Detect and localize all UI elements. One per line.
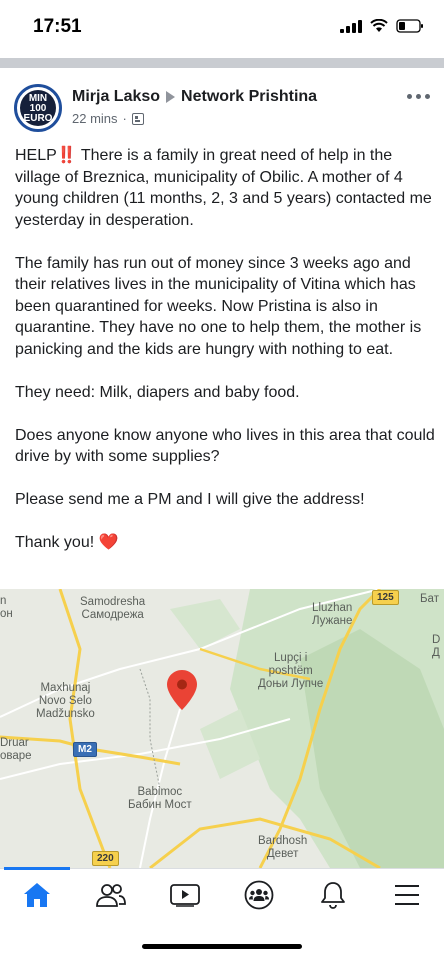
nav-home[interactable] — [12, 877, 62, 913]
post-paragraph: The family has run out of money since 3 … — [15, 254, 422, 358]
home-icon — [24, 883, 50, 907]
map-label: n он — [0, 595, 13, 620]
map-label: Samodresha Самодрежа — [80, 596, 146, 621]
nav-notifications[interactable] — [308, 877, 358, 913]
map-label: Bardhosh Девет — [258, 835, 308, 860]
post-timestamp[interactable]: 22 mins — [72, 111, 118, 126]
status-time: 17:51 — [33, 16, 82, 37]
map-label: Maxhunaj Novo Selo Madžunsko — [36, 682, 95, 720]
post-paragraph: HELP‼️ There is a family in great need o… — [15, 147, 432, 229]
road-shield: 125 — [372, 590, 399, 605]
avatar-logo-text: MIN 100 EURO — [23, 93, 53, 124]
groups-icon — [244, 880, 274, 910]
post-paragraph: They need: Milk, diapers and baby food. — [15, 383, 300, 401]
map-label: Lupçi i poshtëm Доњи Лупче — [258, 652, 324, 690]
nav-friends[interactable] — [86, 877, 136, 913]
map-label: DД — [432, 634, 441, 659]
heart-icon: ❤️ — [98, 534, 119, 551]
friends-icon — [96, 884, 126, 907]
notifications-icon — [321, 882, 345, 909]
post-meta: 22 mins · — [72, 111, 144, 126]
map-label: Druar оваре — [0, 737, 32, 762]
nav-watch[interactable] — [160, 877, 210, 913]
road-shield: 220 — [92, 851, 119, 866]
post-paragraph: Please send me a PM and I will give the … — [15, 491, 365, 508]
map-pin-icon[interactable] — [166, 669, 198, 711]
menu-icon — [395, 885, 419, 905]
group-name[interactable]: Network Prishtina — [181, 88, 317, 106]
road-shield: M2 — [73, 742, 97, 757]
meta-separator: · — [122, 111, 127, 126]
map-label: Babimoc Бабин Мост — [128, 786, 192, 811]
post-paragraph: Thank you! ❤️ — [15, 534, 119, 551]
post-text: HELP‼️ There is a family in great need o… — [15, 145, 435, 575]
map-label: Lluzhan Лужане — [312, 602, 353, 627]
right-triangle-icon — [166, 91, 176, 103]
status-icons — [340, 19, 424, 33]
wifi-icon — [370, 19, 388, 32]
post-paragraph: Does anyone know anyone who lives in thi… — [15, 426, 435, 466]
nav-groups[interactable] — [234, 877, 284, 913]
active-tab-indicator — [4, 867, 70, 870]
map-terrain — [0, 589, 444, 868]
watch-icon — [170, 884, 200, 907]
post-header: MIN 100 EURO Mirja Lakso Network Prishti… — [0, 68, 444, 136]
more-options-icon[interactable] — [407, 94, 430, 99]
home-indicator[interactable] — [142, 944, 302, 949]
cellular-signal-icon — [340, 19, 362, 33]
group-icon — [131, 112, 144, 125]
battery-icon — [396, 19, 423, 33]
status-bar: 17:51 — [0, 0, 444, 56]
double-exclamation-icon: ‼️ — [56, 147, 77, 164]
nav-menu[interactable] — [382, 877, 432, 913]
author-avatar[interactable]: MIN 100 EURO — [14, 84, 62, 132]
location-map[interactable]: Samodresha Самодрежа Lluzhan Лужане Lupçi … — [0, 589, 444, 868]
map-label: Бат — [420, 593, 439, 605]
author-name[interactable]: Mirja Lakso — [72, 88, 160, 106]
author-line: Mirja Lakso Network Prishtina — [72, 88, 317, 106]
feed-divider — [0, 58, 444, 68]
